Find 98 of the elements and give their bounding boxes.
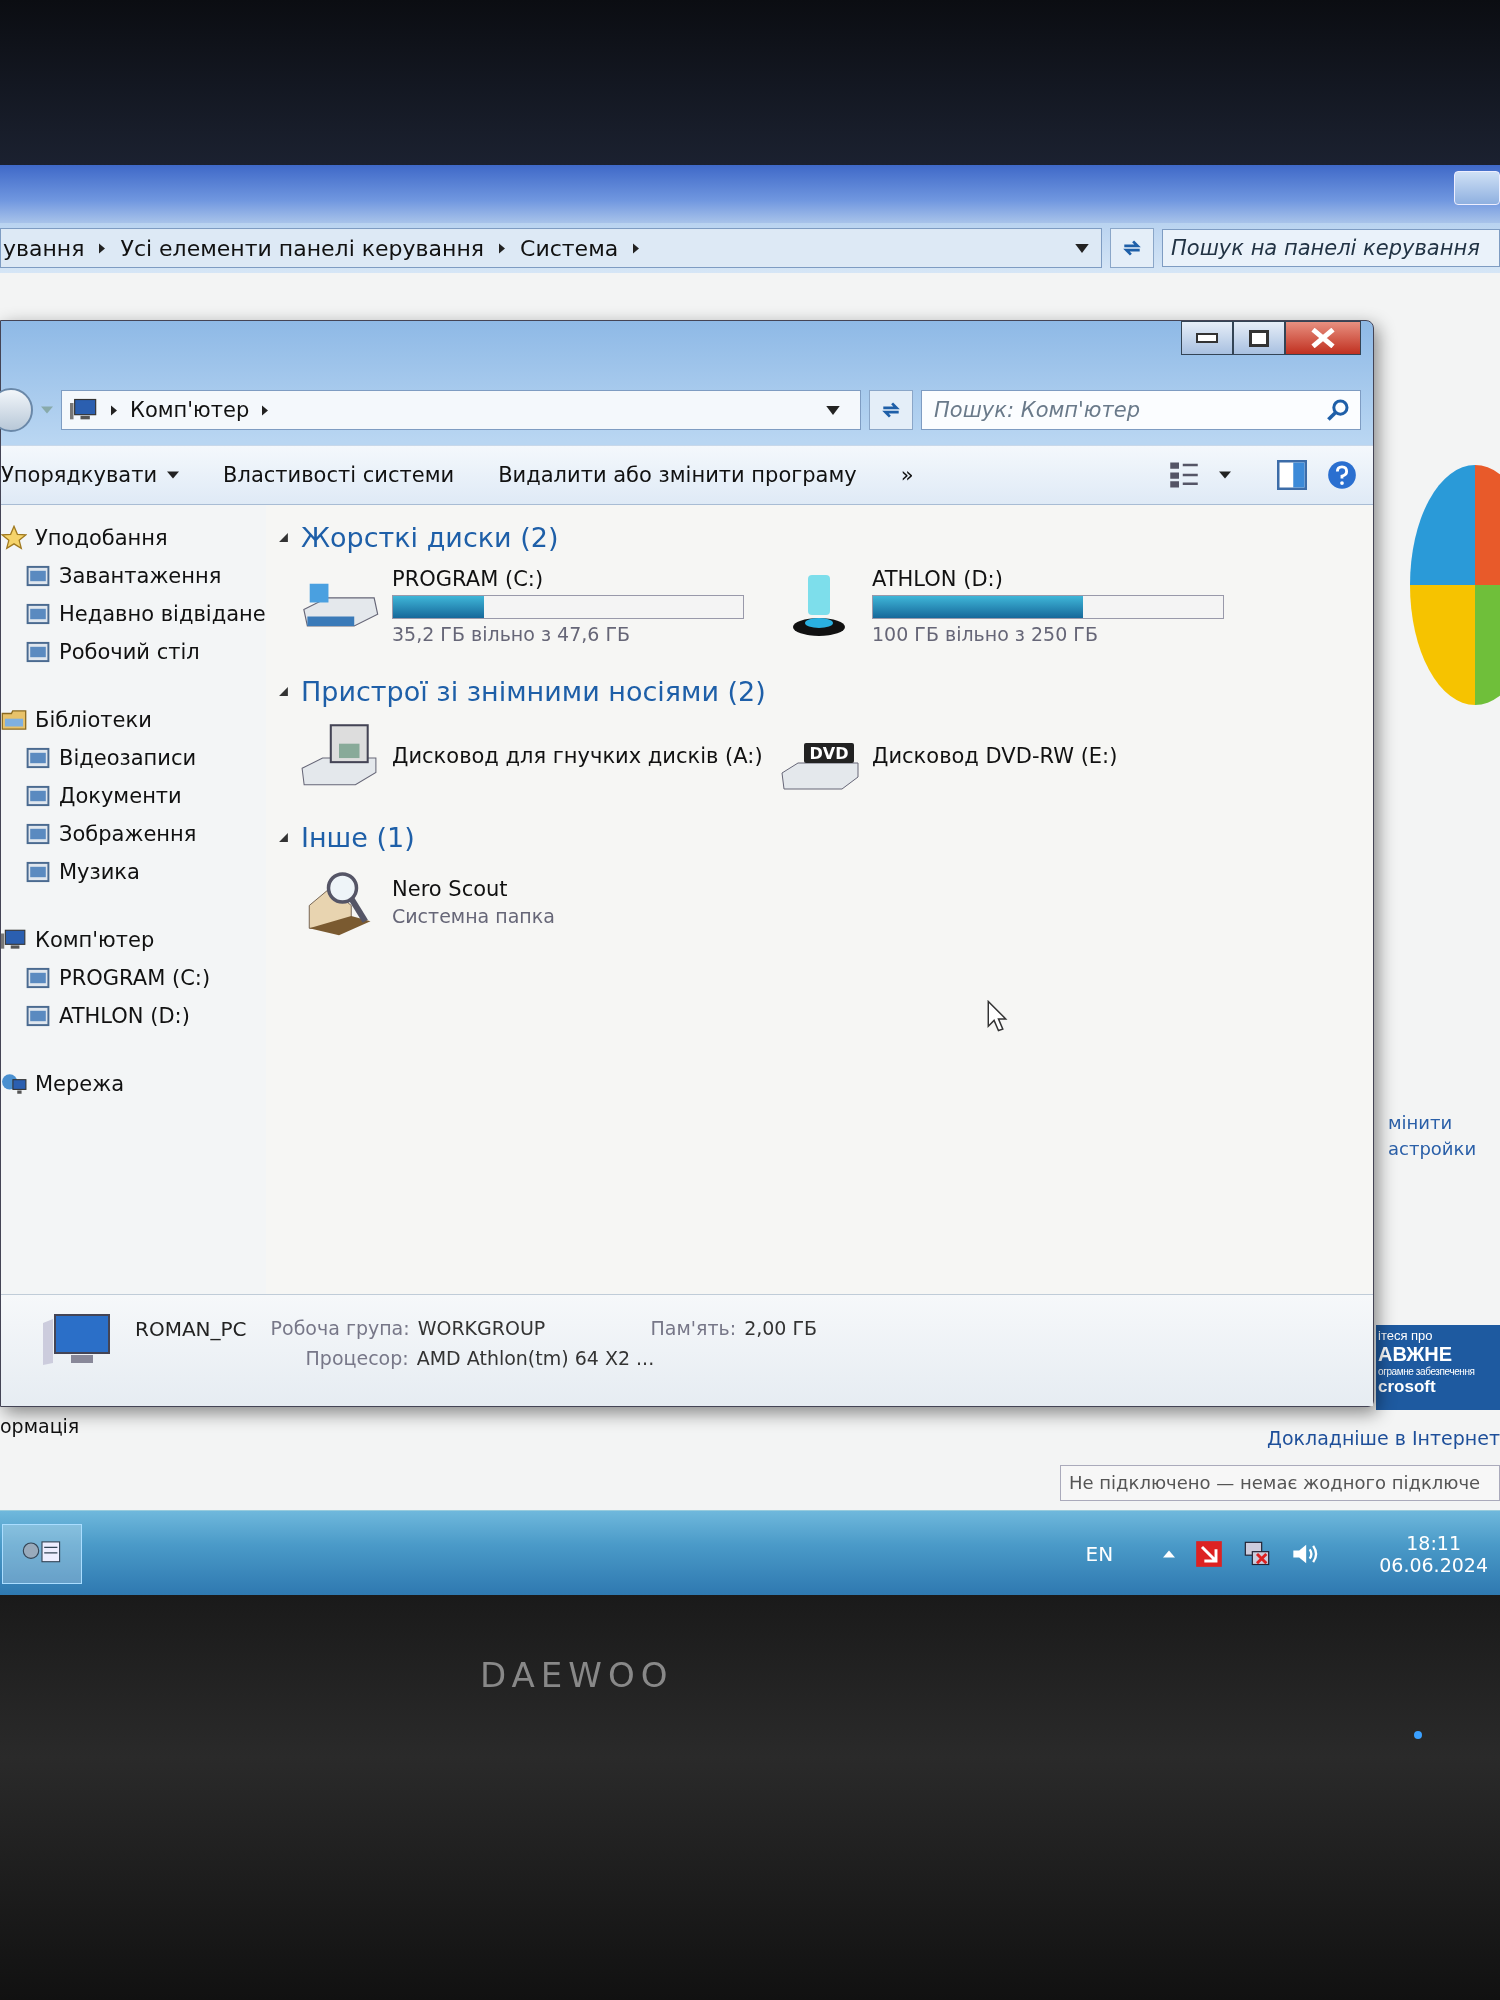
folder-icon — [25, 639, 51, 665]
detail-label: Процесор: — [305, 1347, 409, 1369]
detail-label: Пам'ять: — [650, 1317, 737, 1339]
promo-text: АВЖНЕ — [1378, 1343, 1453, 1366]
promo-text: ітеся про — [1378, 1328, 1434, 1343]
chevron-icon — [498, 242, 507, 254]
collapse-icon[interactable] — [278, 531, 289, 543]
item-name[interactable]: ATHLON (D:) — [872, 567, 1224, 591]
toolbar-button[interactable]: Упорядкувати — [1, 459, 180, 491]
refresh-button[interactable] — [1110, 228, 1154, 268]
toolbar-button[interactable]: Властивості системи — [223, 459, 455, 491]
item-name[interactable]: Nero Scout — [392, 877, 555, 901]
chevron-icon — [98, 242, 107, 254]
search-input[interactable]: Пошук: Комп'ютер — [932, 397, 1326, 423]
power-led — [1414, 1731, 1422, 1739]
toolbar-button[interactable]: Видалити або змінити програму — [498, 459, 857, 491]
sidebar-item[interactable]: Музика — [59, 860, 140, 884]
taskbar-app-button[interactable] — [2, 1523, 82, 1584]
sidebar-item[interactable]: Недавно відвідане — [59, 602, 266, 626]
maximize-button[interactable] — [1233, 321, 1285, 355]
group-header[interactable]: Інше (1) — [301, 821, 415, 853]
computer-name: ROMAN_PC — [135, 1317, 247, 1341]
item-name[interactable]: Дисковод для гнучких дисків (A:) — [392, 744, 763, 768]
sidebar-item[interactable]: Комп'ютер — [35, 928, 155, 952]
detail-label: Робоча група: — [270, 1317, 410, 1339]
help-icon[interactable] — [1327, 460, 1357, 490]
breadcrumb-item[interactable]: Система — [520, 235, 619, 261]
detail-value: WORKGROUP — [417, 1317, 546, 1339]
address-bar[interactable]: ування Усі елементи панелі керування Система — [0, 228, 1102, 268]
sidebar-item[interactable]: Завантаження — [59, 564, 222, 588]
star-icon — [1, 525, 27, 551]
group-header[interactable]: Пристрої зі знімними носіями (2) — [301, 675, 766, 707]
search-field[interactable]: Пошук: Комп'ютер — [921, 390, 1361, 430]
sidebar-item[interactable]: Уподобання — [35, 526, 168, 550]
network-icon — [1, 1071, 27, 1097]
computer-icon — [70, 398, 98, 422]
network-status: Не підключено — немає жодного підключе — [1060, 1465, 1500, 1501]
online-link[interactable]: Докладніше в Інтернет — [1267, 1427, 1500, 1449]
promo-text: ограмне забезпечення — [1378, 1366, 1476, 1377]
promo-text: crosoft — [1378, 1377, 1437, 1397]
item-type: Системна папка — [392, 905, 555, 927]
sidebar-item[interactable]: Мережа — [35, 1072, 125, 1096]
breadcrumb-item[interactable]: Усі елементи панелі керування — [120, 235, 485, 261]
folder-icon — [25, 821, 51, 847]
info-link[interactable]: ормація — [0, 1415, 80, 1437]
collapse-icon[interactable] — [278, 831, 289, 843]
cursor-icon — [986, 1000, 1008, 1032]
flag-icon[interactable] — [1195, 1539, 1224, 1568]
network-icon[interactable] — [1243, 1539, 1272, 1568]
collapse-icon[interactable] — [278, 685, 289, 697]
sidebar-item[interactable]: Документи — [59, 784, 182, 808]
folder-icon — [25, 745, 51, 771]
detail-value: 2,00 ГБ — [744, 1317, 818, 1339]
sidebar-item[interactable]: Відеозаписи — [59, 746, 197, 770]
group-header[interactable]: Жорсткі диски (2) — [301, 521, 559, 553]
show-hidden-icon[interactable] — [1163, 1549, 1176, 1558]
item-name[interactable]: PROGRAM (C:) — [392, 567, 744, 591]
sidebar-item[interactable]: ATHLON (D:) — [59, 1004, 190, 1028]
monitor-logo: DAEWOO — [480, 1655, 674, 1695]
forward-button[interactable] — [0, 388, 33, 432]
caret-icon — [167, 471, 180, 479]
dropdown-icon[interactable] — [1075, 243, 1089, 253]
folder-icon — [25, 859, 51, 885]
folder-icon — [25, 563, 51, 589]
sidebar-item[interactable]: Бібліотеки — [35, 708, 152, 732]
item-name[interactable]: Дисковод DVD-RW (E:) — [872, 744, 1118, 768]
sidebar-item[interactable]: PROGRAM (C:) — [59, 966, 211, 990]
free-space-text: 100 ГБ вільно з 250 ГБ — [872, 623, 1099, 645]
address-bar[interactable]: Комп'ютер — [61, 390, 861, 430]
folder-icon — [25, 783, 51, 809]
search-field[interactable]: Пошук на панелі керування — [1162, 229, 1500, 267]
minimize-button[interactable] — [1181, 321, 1233, 355]
library-icon — [1, 707, 27, 733]
refresh-button[interactable] — [869, 390, 913, 430]
folder-icon — [25, 1003, 51, 1029]
clock[interactable]: 18:11 06.06.2024 — [1379, 1531, 1488, 1576]
settings-link[interactable]: мінити — [1388, 1110, 1477, 1136]
close-icon — [1311, 328, 1335, 348]
caret-icon[interactable] — [1219, 471, 1231, 479]
sidebar-item[interactable]: Зображення — [59, 822, 197, 846]
breadcrumb-item[interactable]: Комп'ютер — [130, 398, 250, 422]
view-icon[interactable] — [1169, 460, 1199, 490]
breadcrumb-item[interactable]: ування — [3, 235, 85, 261]
folder-icon — [25, 601, 51, 627]
close-button[interactable] — [1285, 321, 1361, 355]
free-space-text: 35,2 ГБ вільно з 47,6 ГБ — [392, 623, 632, 645]
chevron-icon — [261, 404, 270, 416]
preview-pane-icon[interactable] — [1277, 460, 1307, 490]
search-icon — [1326, 398, 1350, 422]
chevron-icon — [110, 404, 118, 416]
promo-banner[interactable]: ітеся про АВЖНЕ ограмне забезпечення crosoft — [1376, 1325, 1500, 1410]
settings-link[interactable]: астройки — [1388, 1136, 1477, 1162]
sidebar-item[interactable]: Робочий стіл — [59, 640, 200, 664]
detail-value: AMD Athlon(tm) 64 X2 ... — [416, 1347, 655, 1369]
chevron-icon — [632, 242, 641, 254]
dropdown-icon[interactable] — [826, 405, 840, 415]
folder-icon — [25, 965, 51, 991]
more-button[interactable]: » — [900, 459, 914, 491]
